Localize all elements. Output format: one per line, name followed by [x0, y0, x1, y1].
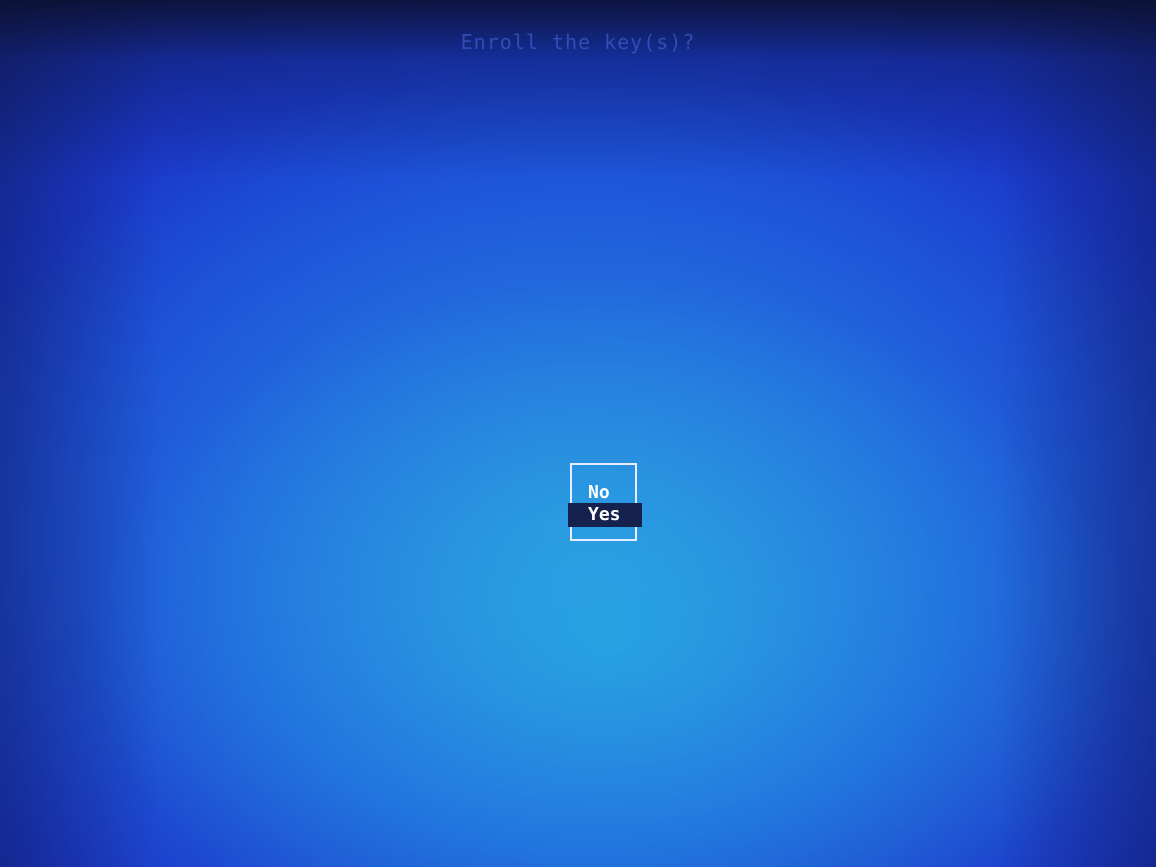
option-yes-selected[interactable]: Yes	[568, 503, 642, 527]
prompt-title: Enroll the key(s)?	[460, 30, 696, 54]
choice-dialog: No Yes	[568, 463, 642, 541]
screen-vignette	[0, 0, 1156, 867]
option-no[interactable]: No	[588, 481, 610, 505]
